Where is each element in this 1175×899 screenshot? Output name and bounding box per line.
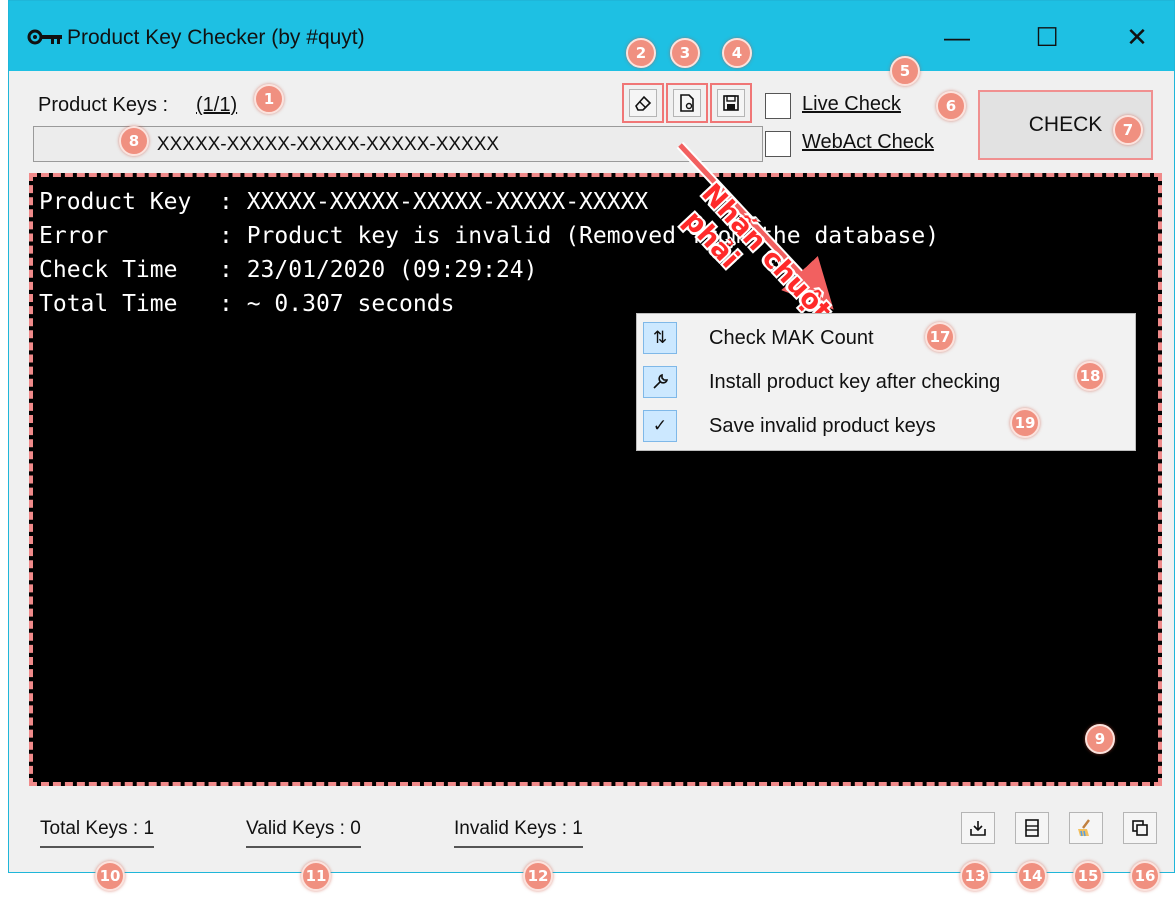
badge-12: 12 — [523, 861, 553, 891]
badge-13: 13 — [960, 861, 990, 891]
menu-item-check-mak-count[interactable]: ⇅ Check MAK Count — [637, 316, 1135, 360]
list-button[interactable] — [1015, 812, 1049, 844]
console-line: Total Time : ~ 0.307 seconds — [39, 291, 455, 317]
badge-14: 14 — [1017, 861, 1047, 891]
file-open-icon — [680, 94, 694, 112]
clean-icon — [1078, 819, 1090, 837]
wrench-icon — [643, 366, 677, 398]
badge-9: 9 — [1085, 724, 1115, 754]
menu-item-label: Save invalid product keys — [709, 415, 936, 437]
close-button[interactable]: ✕ — [1117, 19, 1157, 55]
export-icon — [970, 821, 986, 836]
badge-8: 8 — [119, 126, 149, 156]
badge-16: 16 — [1130, 861, 1160, 891]
menu-item-label: Install product key after checking — [709, 371, 1001, 393]
export-button[interactable] — [961, 812, 995, 844]
save-button[interactable] — [717, 89, 745, 117]
sort-arrows-icon: ⇅ — [643, 322, 677, 354]
badge-2: 2 — [626, 38, 656, 68]
minimize-button[interactable]: — — [937, 19, 977, 55]
badge-3: 3 — [670, 38, 700, 68]
menu-item-install-key[interactable]: Install product key after checking — [637, 360, 1135, 404]
clean-button[interactable] — [1069, 812, 1103, 844]
live-check-checkbox[interactable] — [765, 93, 791, 119]
open-file-button[interactable] — [673, 89, 701, 117]
badge-10: 10 — [95, 861, 125, 891]
total-keys-label: Total Keys : 1 — [40, 818, 155, 848]
invalid-keys-label: Invalid Keys : 1 — [454, 818, 583, 848]
badge-15: 15 — [1073, 861, 1103, 891]
save-icon — [723, 95, 739, 111]
badge-11: 11 — [301, 861, 331, 891]
badge-18: 18 — [1075, 361, 1105, 391]
live-check-label[interactable]: Live Check — [802, 93, 901, 116]
key-icon — [27, 29, 62, 45]
console-line: Product Key : XXXXX-XXXXX-XXXXX-XXXXX-XX… — [39, 189, 649, 215]
console-line: Check Time : 23/01/2020 (09:29:24) — [39, 257, 538, 283]
badge-17: 17 — [925, 322, 955, 352]
menu-item-save-invalid-keys[interactable]: ✓ Save invalid product keys — [637, 404, 1135, 448]
product-keys-count[interactable]: (1/1) — [196, 94, 237, 117]
eraser-icon — [635, 95, 652, 111]
badge-19: 19 — [1010, 408, 1040, 438]
product-keys-label: Product Keys : — [38, 94, 169, 116]
badge-6: 6 — [936, 91, 966, 121]
context-menu: ⇅ Check MAK Count Install product key af… — [636, 313, 1136, 451]
badge-7: 7 — [1113, 115, 1143, 145]
valid-keys-label: Valid Keys : 0 — [246, 818, 361, 848]
menu-item-label: Check MAK Count — [709, 327, 874, 349]
badge-4: 4 — [722, 38, 752, 68]
list-icon — [1025, 819, 1039, 837]
checkmark-icon: ✓ — [643, 410, 677, 442]
output-console[interactable]: Product Key : XXXXX-XXXXX-XXXXX-XXXXX-XX… — [29, 173, 1162, 786]
badge-1: 1 — [254, 84, 284, 114]
badge-5: 5 — [890, 56, 920, 86]
maximize-button[interactable]: ☐ — [1027, 19, 1067, 55]
clear-button[interactable] — [629, 89, 657, 117]
copy-button[interactable] — [1123, 812, 1157, 844]
copy-icon — [1132, 820, 1148, 836]
window-title: Product Key Checker (by #quyt) — [67, 26, 365, 49]
title-bar[interactable]: Product Key Checker (by #quyt) — ☐ ✕ — [9, 1, 1174, 71]
